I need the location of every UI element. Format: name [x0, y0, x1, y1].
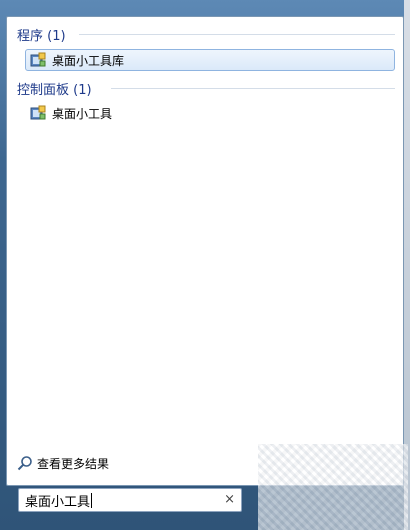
shutdown-button-area[interactable] — [258, 444, 408, 530]
gadget-gallery-icon — [30, 52, 46, 67]
gadget-gallery-icon — [30, 105, 46, 120]
clear-search-icon[interactable]: × — [224, 492, 235, 507]
text-caret — [91, 492, 93, 508]
search-results-panel: 程序 (1) 桌面小工具库 控制面板 (1) 桌面小工具 查看更多结果 — [6, 16, 404, 486]
search-icon — [17, 456, 32, 471]
see-more-results-link[interactable]: 查看更多结果 — [17, 453, 109, 473]
search-input-value: 桌面小工具 — [25, 494, 91, 510]
section-header-control-panel: 控制面板 (1) — [17, 79, 92, 98]
section-header-label: 控制面板 (1) — [17, 82, 92, 98]
section-header-label: 程序 (1) — [17, 28, 66, 44]
search-input[interactable]: 桌面小工具 × — [18, 488, 242, 512]
result-item-desktop-gadgets[interactable]: 桌面小工具 — [25, 102, 395, 124]
result-item-gadget-gallery[interactable]: 桌面小工具库 — [25, 49, 395, 71]
result-item-label: 桌面小工具 — [52, 106, 113, 121]
see-more-label: 查看更多结果 — [37, 456, 110, 471]
section-header-programs: 程序 (1) — [17, 25, 66, 44]
section-divider — [79, 34, 395, 35]
section-divider — [111, 88, 395, 89]
result-item-label: 桌面小工具库 — [52, 53, 125, 68]
